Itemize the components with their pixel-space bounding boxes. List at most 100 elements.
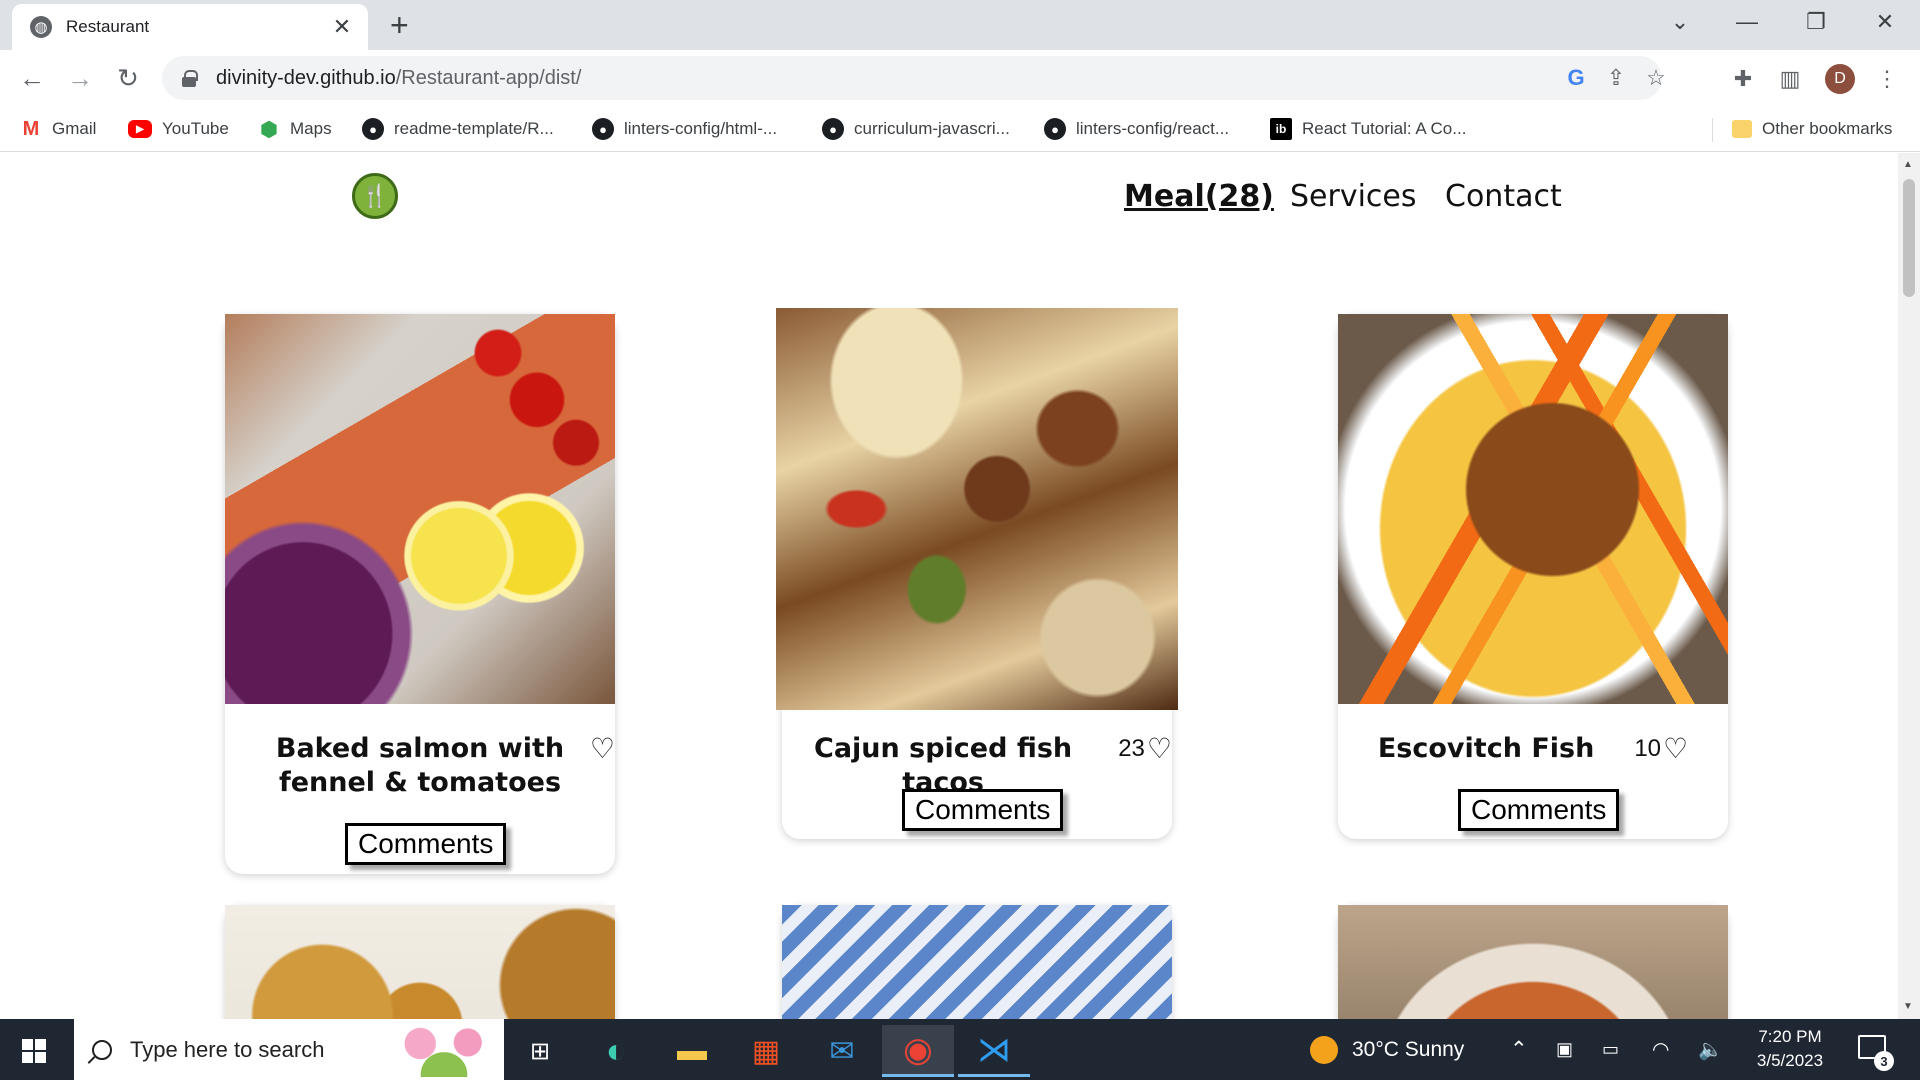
tab-search-icon[interactable]: ⌄: [1660, 6, 1700, 38]
github-icon: ●: [822, 118, 844, 140]
bookmark-other-bookmarks[interactable]: Other bookmarks: [1732, 116, 1892, 142]
weather-widget[interactable]: 30°C Sunny: [1310, 1019, 1464, 1080]
meal-card: [782, 905, 1172, 1019]
restaurant-logo[interactable]: 🍴: [352, 173, 398, 219]
nav-services-link[interactable]: Services: [1290, 179, 1417, 214]
browser-tab[interactable]: ◍ Restaurant ✕: [12, 4, 368, 50]
extensions-icon[interactable]: ✚: [1728, 64, 1758, 94]
profile-avatar[interactable]: D: [1825, 64, 1855, 94]
bookmark-linters-html[interactable]: ● linters-config/html-...: [592, 116, 777, 142]
comments-button[interactable]: Comments: [902, 789, 1064, 831]
task-view-icon[interactable]: ⊞: [504, 1025, 576, 1077]
search-icon: [92, 1039, 112, 1060]
wifi-icon[interactable]: ◠: [1652, 1019, 1669, 1080]
bookmark-youtube[interactable]: ▶ YouTube: [128, 116, 229, 142]
bookmark-readme-template[interactable]: ● readme-template/R...: [362, 116, 554, 142]
meal-image-fish-tacos: [776, 308, 1178, 710]
page-scrollbar[interactable]: ▲ ▼: [1898, 153, 1920, 1019]
web-page: 🍴 Meal(28) Services Contact Baked salmon…: [0, 153, 1898, 1019]
microsoft-store-icon[interactable]: ▦: [730, 1025, 802, 1077]
bookmark-react-tutorial[interactable]: ib React Tutorial: A Co...: [1270, 116, 1466, 142]
like-count: 10: [1634, 735, 1662, 762]
bookmark-gmail[interactable]: M Gmail: [20, 116, 97, 142]
close-tab-icon[interactable]: ✕: [330, 14, 354, 40]
lock-icon[interactable]: [182, 70, 198, 87]
like-control[interactable]: 10 ♡: [1634, 732, 1688, 766]
share-icon[interactable]: ⇪: [1602, 64, 1630, 92]
search-highlight-icon: [390, 1023, 498, 1077]
forward-icon[interactable]: →: [62, 60, 98, 96]
comments-button[interactable]: Comments: [1458, 789, 1620, 831]
scroll-down-icon[interactable]: ▼: [1903, 1001, 1913, 1012]
meal-card: [1338, 905, 1728, 1019]
new-tab-button[interactable]: +: [390, 8, 409, 42]
address-bar[interactable]: divinity-dev.github.io/Restaurant-app/di…: [162, 56, 1666, 100]
bookmark-star-icon[interactable]: ☆: [1642, 64, 1670, 92]
heart-icon[interactable]: ♡: [1663, 732, 1688, 766]
comments-button[interactable]: Comments: [345, 823, 507, 865]
heart-icon[interactable]: ♡: [1147, 732, 1172, 766]
meal-name: Baked salmon with fennel & tomatoes: [275, 733, 565, 798]
bookmarks-divider: [1712, 118, 1713, 142]
menu-icon[interactable]: ⋮: [1872, 64, 1902, 94]
gmail-icon: M: [22, 117, 40, 140]
file-explorer-icon[interactable]: ▬: [656, 1025, 728, 1077]
heart-icon[interactable]: ♡: [590, 732, 615, 766]
close-window-icon[interactable]: ✕: [1865, 6, 1905, 38]
meal-card: Baked salmon with fennel & tomatoes ♡ Co…: [225, 314, 615, 874]
google-lens-icon[interactable]: G: [1562, 64, 1590, 92]
bookmark-maps[interactable]: ⬢ Maps: [258, 116, 331, 142]
clock-date: 3/5/2023: [1756, 1051, 1824, 1070]
back-icon[interactable]: ←: [14, 60, 50, 96]
windows-taskbar: Type here to search ⊞ ◐ ▬ ▦ ✉ ◉ ⋊ 30°C S…: [0, 1019, 1920, 1080]
meal-image: [1338, 905, 1728, 1019]
taskbar-clock[interactable]: 7:20 PM 3/5/2023: [1740, 1025, 1840, 1073]
edge-icon[interactable]: ◐: [580, 1025, 652, 1077]
url-host: divinity-dev.github.io: [216, 66, 396, 89]
windows-start-icon[interactable]: [22, 1039, 46, 1063]
sun-icon: [1310, 1035, 1338, 1064]
meal-image: [225, 905, 615, 1019]
bookmark-curriculum-javascript[interactable]: ● curriculum-javascri...: [822, 116, 1010, 142]
url-path: /Restaurant-app/dist/: [395, 66, 582, 89]
reload-icon[interactable]: ↻: [110, 60, 146, 96]
meal-image-baked-salmon: [225, 314, 615, 704]
notification-badge: 3: [1874, 1051, 1894, 1071]
chrome-icon[interactable]: ◉: [882, 1025, 954, 1077]
youtube-icon: ▶: [128, 120, 152, 138]
restore-icon[interactable]: ❐: [1796, 6, 1836, 38]
battery-icon[interactable]: ▭: [1602, 1019, 1619, 1080]
nav-contact-link[interactable]: Contact: [1445, 179, 1562, 214]
github-icon: ●: [362, 118, 384, 140]
meal-name: Escovitch Fish: [1377, 733, 1595, 764]
like-control[interactable]: ♡: [588, 732, 615, 766]
meal-image: [782, 905, 1172, 1019]
minimize-icon[interactable]: —: [1727, 6, 1767, 38]
clock-time: 7:20 PM: [1758, 1027, 1822, 1046]
ib-icon: ib: [1270, 118, 1292, 140]
browser-toolbar: ← → ↻ divinity-dev.github.io/Restaurant-…: [0, 50, 1920, 106]
meal-card: Cajun spiced fish tacos 23 ♡ Comments: [776, 308, 1178, 839]
bookmark-linters-react[interactable]: ● linters-config/react...: [1044, 116, 1229, 142]
bookmarks-bar: M Gmail ▶ YouTube ⬢ Maps ● readme-template/R…: [0, 106, 1920, 152]
scroll-up-icon[interactable]: ▲: [1903, 159, 1913, 170]
mail-icon[interactable]: ✉: [806, 1025, 878, 1077]
maps-icon: ⬢: [260, 118, 278, 141]
taskbar-search[interactable]: Type here to search: [74, 1019, 504, 1080]
scrollbar-thumb[interactable]: [1903, 179, 1915, 297]
like-control[interactable]: 23 ♡: [1118, 732, 1172, 766]
search-placeholder: Type here to search: [130, 1036, 325, 1062]
volume-icon[interactable]: 🔈: [1698, 1019, 1723, 1080]
tab-strip: ◍ Restaurant ✕ + ⌄ — ❐ ✕: [0, 0, 1920, 50]
vscode-icon[interactable]: ⋊: [958, 1025, 1030, 1077]
meal-card: Escovitch Fish 10 ♡ Comments: [1338, 314, 1728, 839]
nav-meals-link[interactable]: Meal(28): [1124, 179, 1274, 214]
meet-now-icon[interactable]: ▣: [1556, 1019, 1573, 1080]
meal-image-escovitch-fish: [1338, 314, 1728, 704]
weather-text: 30°C Sunny: [1352, 1037, 1465, 1061]
show-hidden-icons[interactable]: ⌃: [1510, 1019, 1528, 1080]
meal-meta: Escovitch Fish 10 ♡: [1338, 732, 1728, 766]
like-count: 23: [1118, 735, 1145, 762]
meal-card: [225, 905, 615, 1019]
side-panel-icon[interactable]: ▥: [1775, 64, 1805, 94]
